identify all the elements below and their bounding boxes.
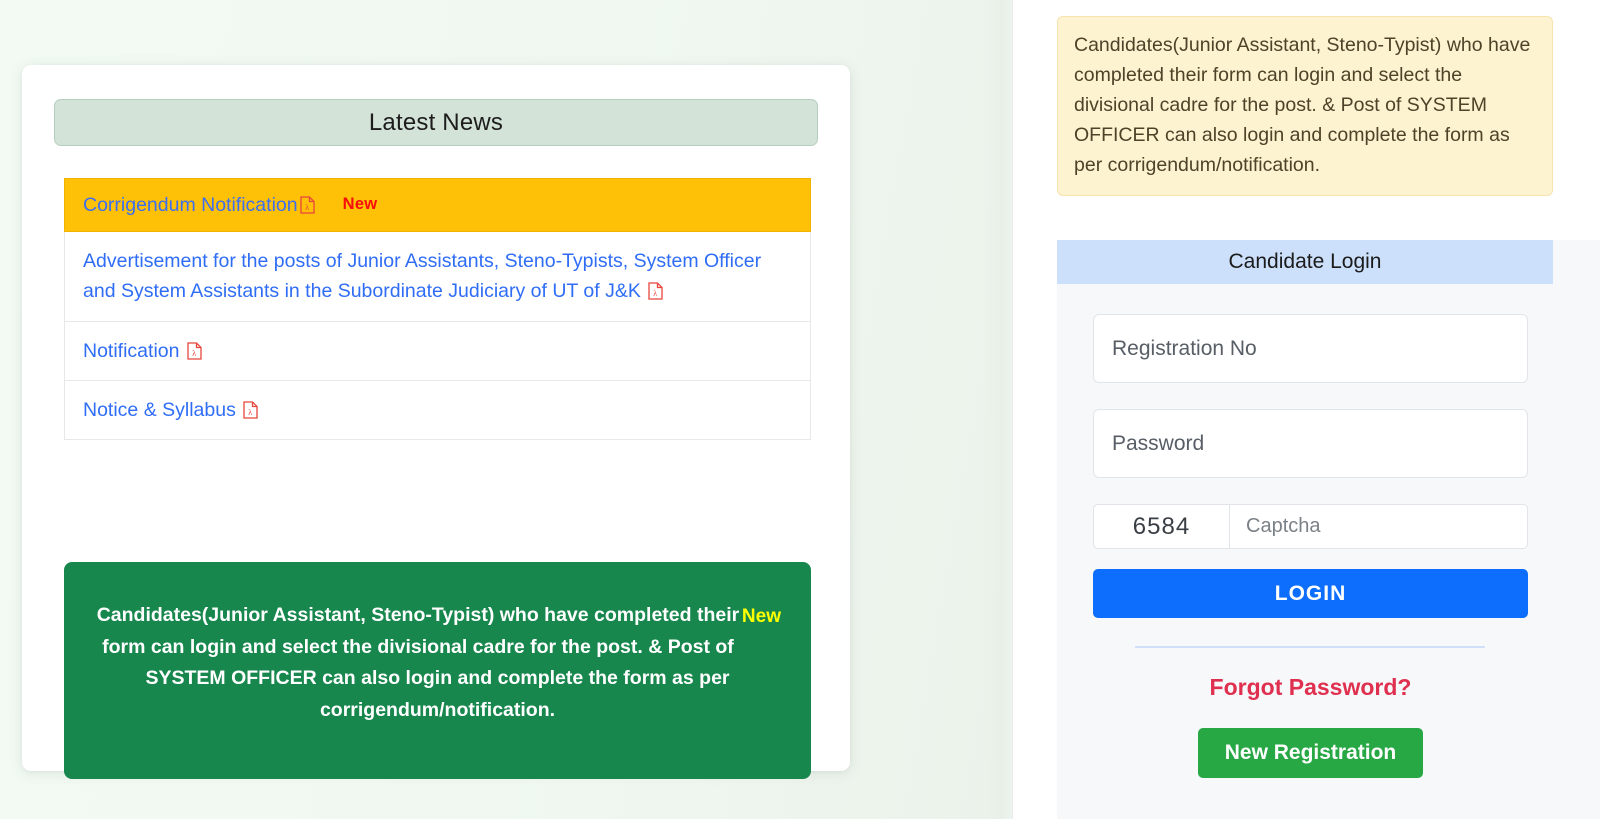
login-button[interactable]: LOGIN <box>1093 569 1528 618</box>
form-divider <box>1135 646 1485 648</box>
announcement-notice-text: Candidates(Junior Assistant, Steno-Typis… <box>1074 34 1531 177</box>
page-title: Latest News <box>368 108 504 136</box>
news-list: Corrigendum Notification λ New Advertisem… <box>64 178 811 441</box>
svg-text:λ: λ <box>654 289 658 298</box>
registration-number-input[interactable] <box>1093 314 1528 383</box>
status-badge-new: New <box>741 606 781 627</box>
candidate-login-panel: Candidate Login 6584 LOGIN Forgot Passwo… <box>1057 240 1600 819</box>
pdf-icon: λ <box>243 398 258 419</box>
news-link-notice-syllabus[interactable]: Notice & Syllabus λ <box>83 399 258 421</box>
svg-text:λ: λ <box>249 408 253 417</box>
announcement-notice-box: Candidates(Junior Assistant, Steno-Typis… <box>1057 16 1553 197</box>
captcha-input[interactable] <box>1230 504 1528 549</box>
latest-news-card: Latest News Corrigendum Notification λ Ne… <box>22 65 850 779</box>
password-input[interactable] <box>1093 409 1528 478</box>
candidate-login-title: Candidate Login <box>1057 240 1553 284</box>
right-sidebar-column: Candidates(Junior Assistant, Steno-Typis… <box>1012 0 1600 819</box>
news-link-corrigendum[interactable]: Corrigendum Notification λ <box>83 190 315 220</box>
news-link-advertisement[interactable]: Advertisement for the posts of Junior As… <box>83 250 761 302</box>
list-item[interactable]: Notice & Syllabus λ <box>64 380 811 441</box>
svg-text:λ: λ <box>192 349 196 358</box>
pdf-icon: λ <box>648 279 663 301</box>
pdf-icon: λ <box>187 339 202 360</box>
captcha-row: 6584 <box>1093 504 1528 549</box>
forgot-password-link[interactable]: Forgot Password? <box>1093 674 1528 701</box>
svg-text:λ: λ <box>305 203 309 212</box>
pdf-icon: λ <box>299 193 315 214</box>
news-link-notification[interactable]: Notification λ <box>83 340 202 362</box>
captcha-code-display: 6584 <box>1093 504 1230 549</box>
new-registration-wrapper: New Registration <box>1093 728 1528 778</box>
status-badge: New <box>342 195 378 214</box>
new-registration-button[interactable]: New Registration <box>1197 728 1424 778</box>
green-announcement-banner: New Candidates(Junior Assistant, Steno-T… <box>64 562 811 779</box>
page-root: Latest News Corrigendum Notification λ Ne… <box>0 0 1600 819</box>
green-announcement-text: Candidates(Junior Assistant, Steno-Typis… <box>96 604 740 721</box>
list-item[interactable]: Notification λ <box>64 321 811 381</box>
login-form: 6584 LOGIN Forgot Password? New Registra… <box>1057 284 1553 778</box>
list-item[interactable]: Corrigendum Notification λ New <box>64 178 811 233</box>
latest-news-header: Latest News <box>54 99 818 146</box>
list-item[interactable]: Advertisement for the posts of Junior As… <box>64 232 811 322</box>
